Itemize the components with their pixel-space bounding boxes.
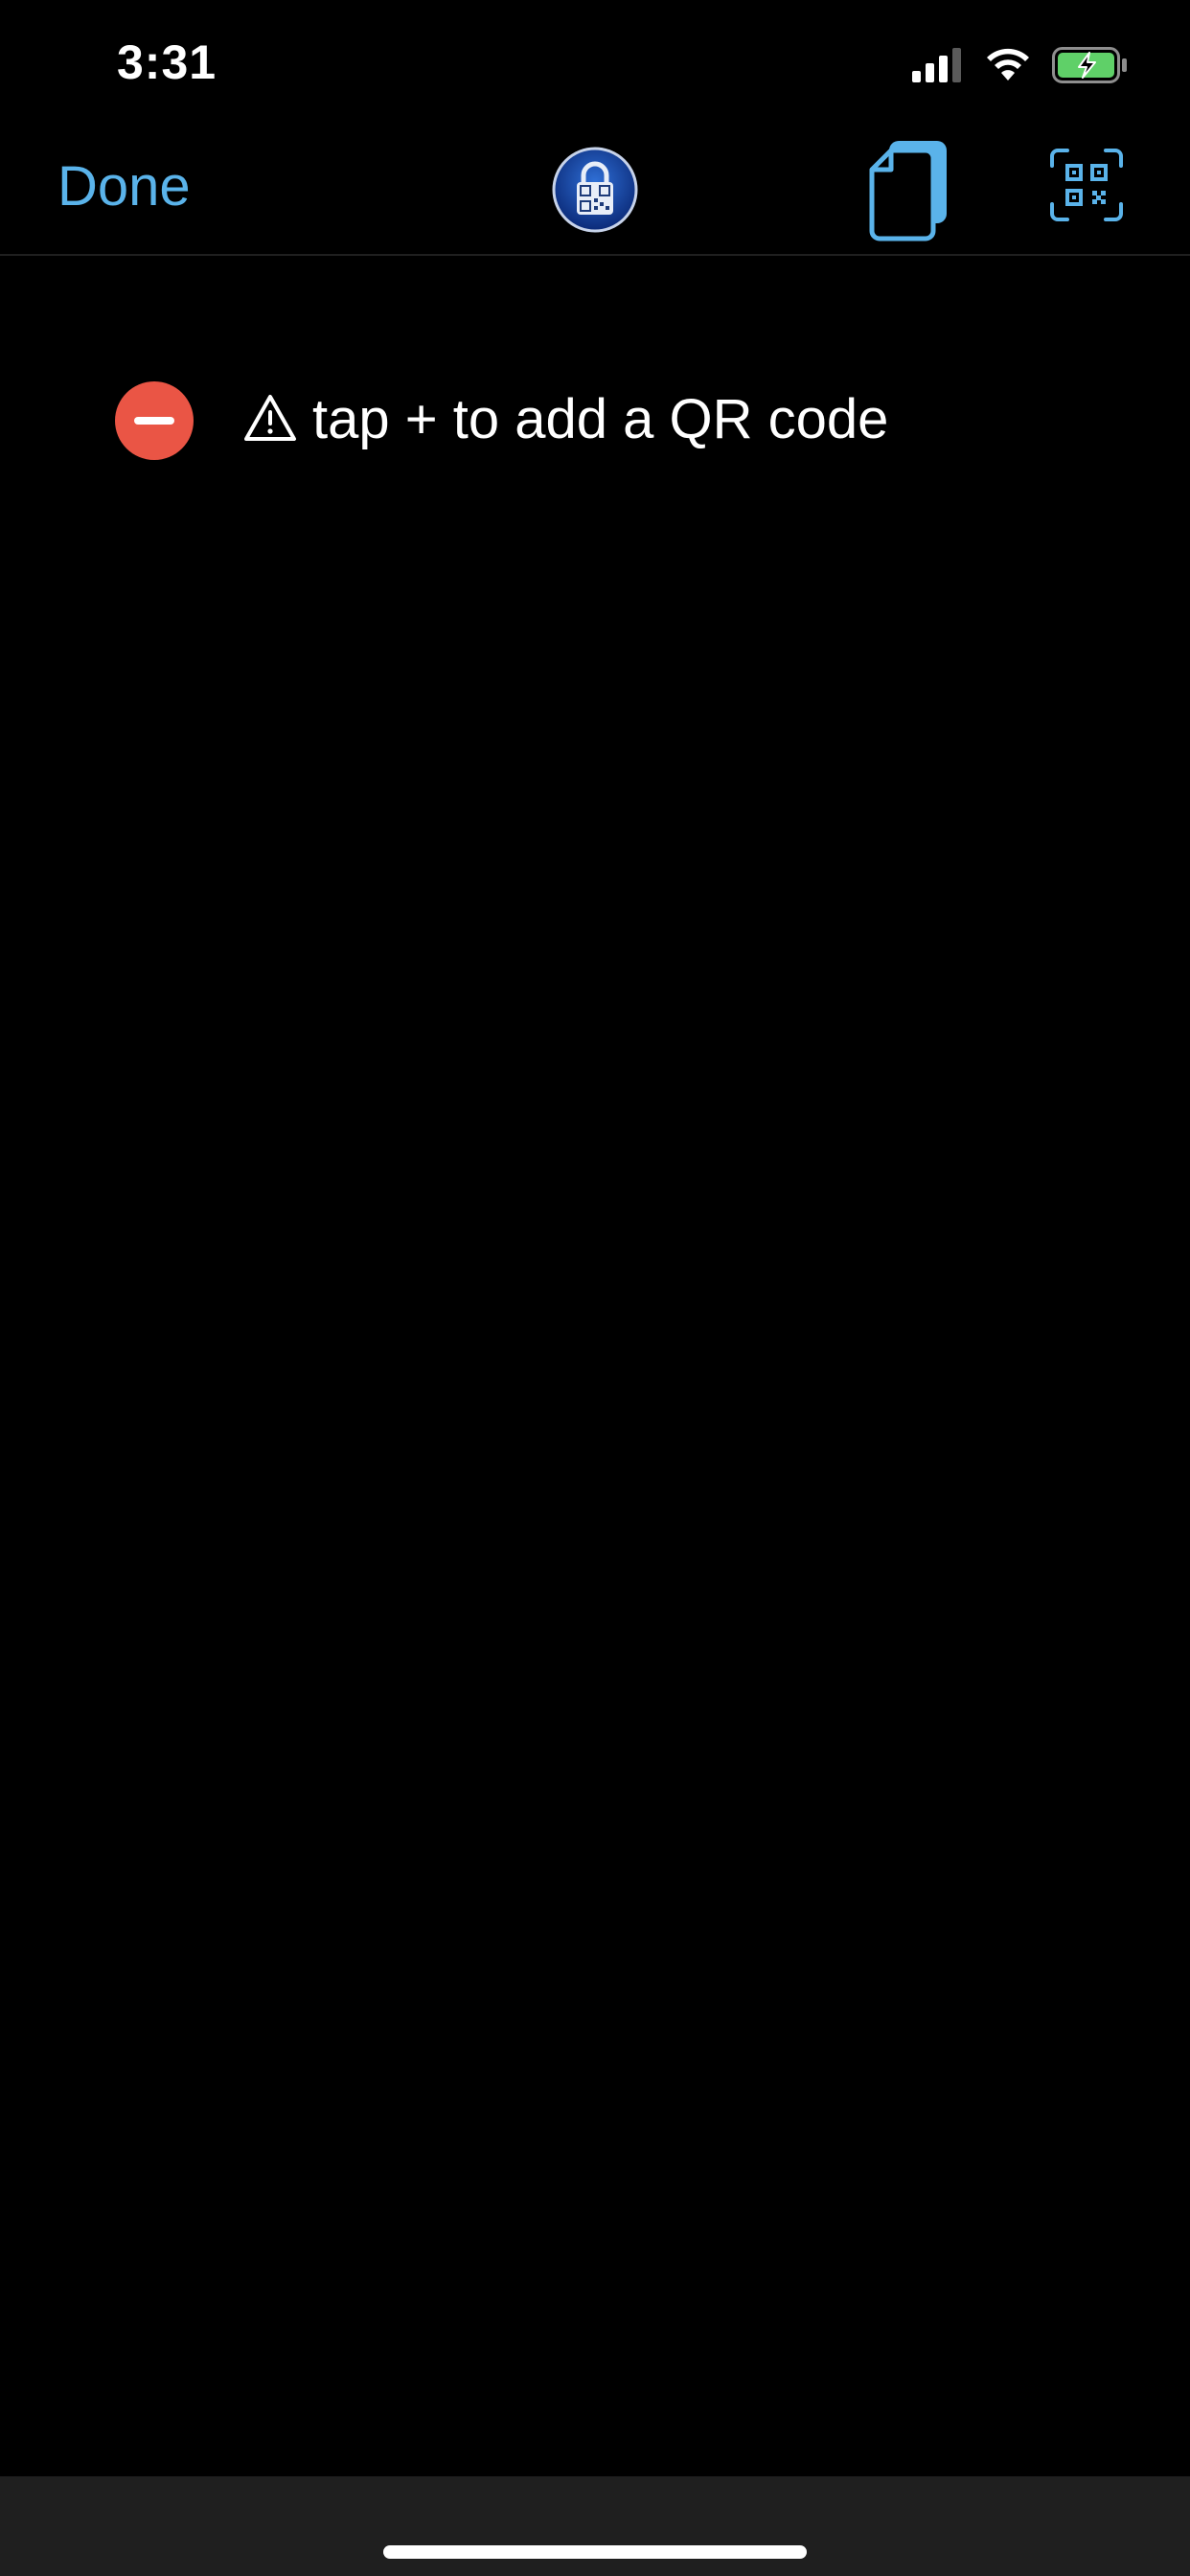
delete-button[interactable] — [115, 381, 194, 460]
status-icons — [912, 44, 1129, 86]
navigation-bar: Done — [0, 129, 1190, 256]
done-button[interactable]: Done — [57, 154, 191, 218]
row-message: tap + to add a QR code — [312, 388, 889, 450]
list-row[interactable]: tap + to add a QR code — [0, 345, 1190, 498]
warning-icon — [244, 395, 296, 441]
cellular-signal-icon — [912, 48, 961, 82]
status-bar: 3:31 — [0, 0, 1190, 129]
copy-icon[interactable] — [866, 137, 952, 242]
wifi-icon — [987, 48, 1029, 80]
status-time: 3:31 — [117, 35, 217, 89]
minus-circle-icon — [134, 417, 174, 425]
qr-scan-icon[interactable] — [1048, 147, 1125, 223]
qr-lock-logo-icon — [552, 147, 638, 233]
home-indicator[interactable] — [383, 2545, 807, 2559]
battery-charging-icon — [1052, 47, 1127, 83]
home-indicator-area — [0, 2476, 1190, 2576]
